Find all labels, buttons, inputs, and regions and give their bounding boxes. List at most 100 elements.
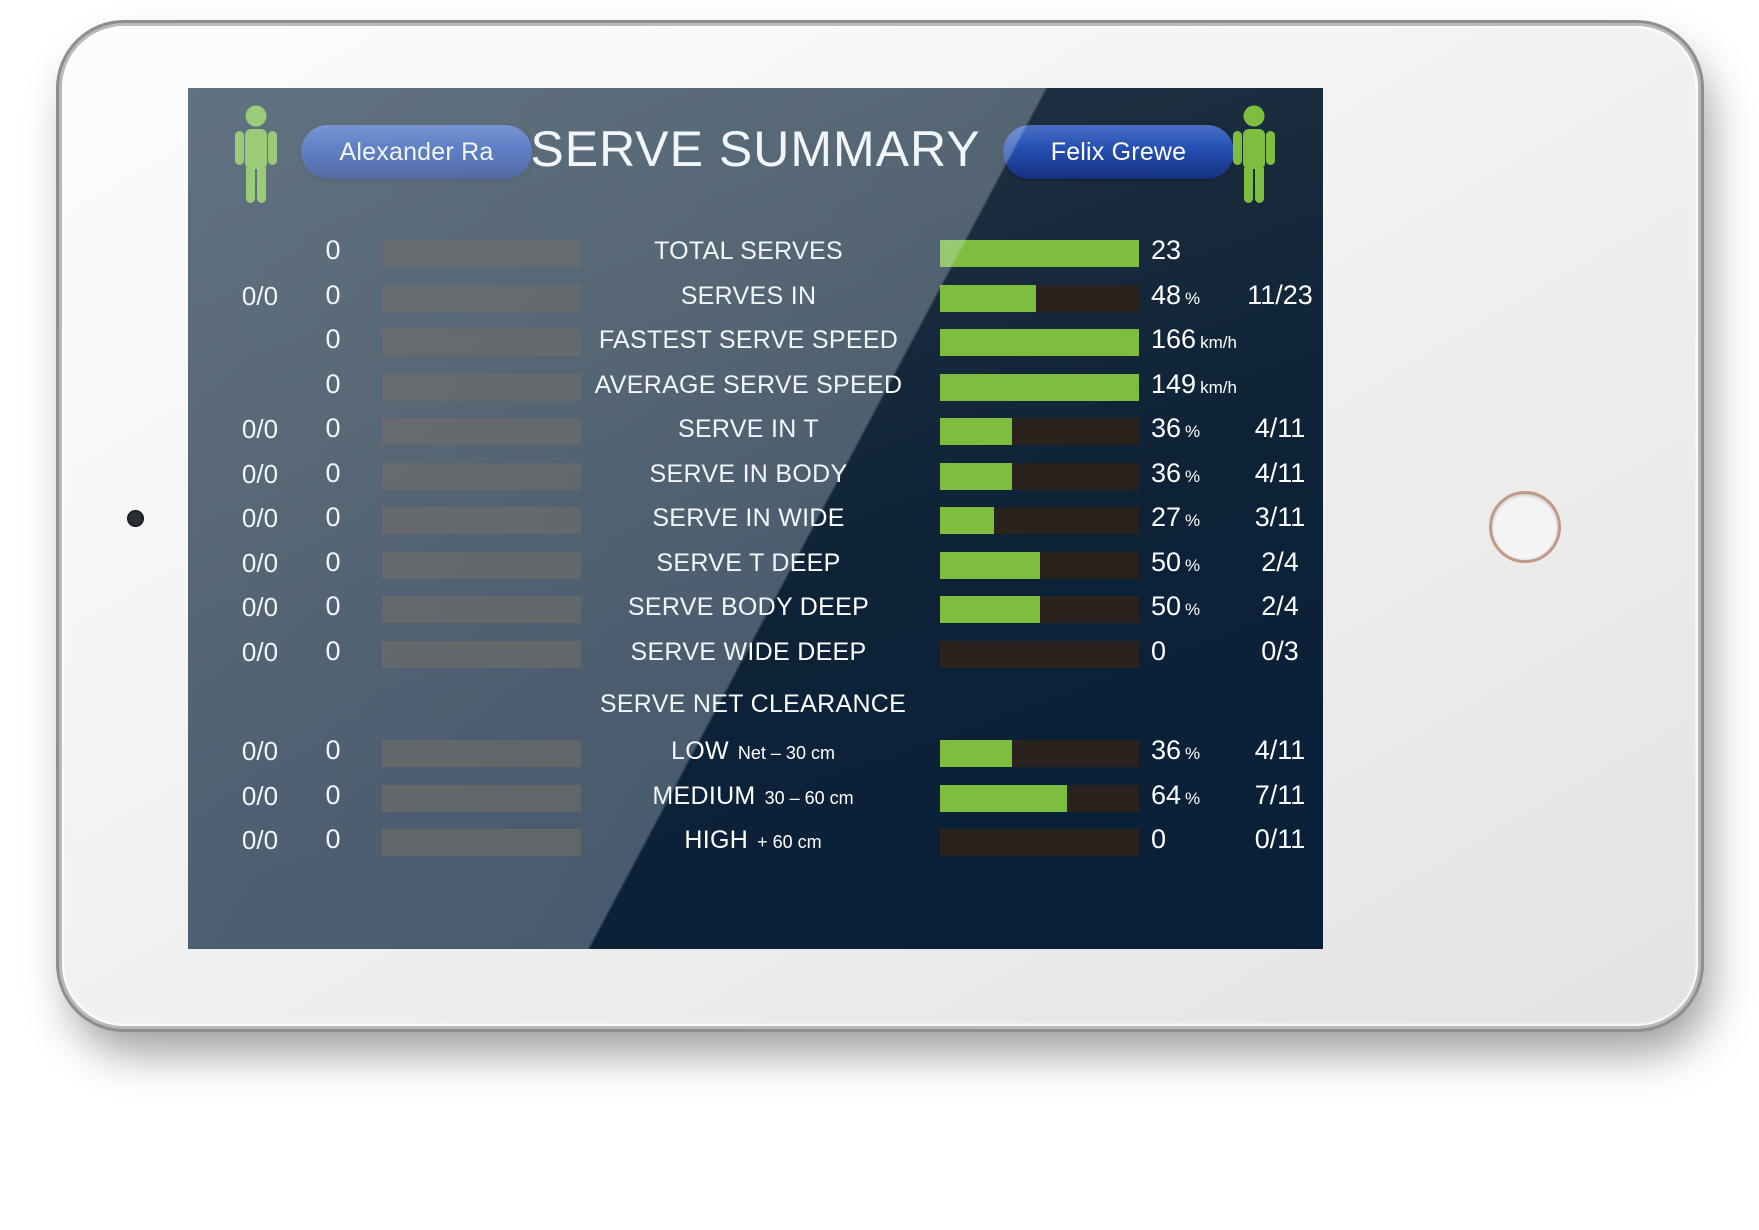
left-bar — [382, 784, 581, 812]
stat-label: SERVE IN BODY — [588, 460, 918, 489]
stat-label: SERVE T DEEP — [588, 549, 918, 578]
stat-label-text: MEDIUM — [652, 781, 756, 810]
right-bar — [940, 240, 1139, 267]
stat-label-text: AVERAGE SERVE SPEED — [594, 370, 903, 399]
right-value: 50% — [1151, 591, 1200, 622]
stat-row[interactable]: 0 FASTEST SERVE SPEED 166 km/h — [188, 322, 1323, 367]
right-value-number: 166 — [1151, 324, 1197, 354]
stat-label-text: SERVE BODY DEEP — [627, 593, 870, 621]
right-bar-fill — [940, 507, 994, 534]
left-value: 0 — [325, 735, 341, 765]
right-value: 149 km/h — [1151, 369, 1237, 400]
right-value-number: 36 — [1151, 457, 1182, 488]
app-screen: Alexander Ra SERVE SUMMARY Felix Grewe 0… — [188, 88, 1323, 949]
right-bar — [940, 551, 1139, 579]
person-icon-right — [1233, 105, 1275, 203]
stat-label-text: TOTAL SERVES — [654, 237, 843, 265]
right-bar — [940, 462, 1139, 490]
left-value: 0 — [325, 824, 341, 854]
left-bar — [382, 740, 581, 767]
right-value: 23 — [1151, 235, 1185, 266]
stat-label-sub: 30 – 60 cm — [764, 787, 854, 808]
left-value: 0 — [325, 413, 341, 443]
right-bar — [940, 829, 1139, 856]
left-value: 0 — [325, 502, 341, 532]
right-bar — [940, 640, 1139, 668]
left-bar — [382, 418, 581, 445]
home-button[interactable] — [1489, 491, 1561, 563]
right-bar — [940, 418, 1139, 445]
left-bar — [382, 640, 581, 668]
stat-row[interactable]: 0/0 0 SERVE IN BODY 36% 4/11 — [188, 456, 1323, 501]
stat-row[interactable]: 0 TOTAL SERVES 23 — [188, 233, 1323, 278]
right-value: 36% — [1151, 735, 1200, 766]
right-value: 36% — [1151, 458, 1200, 489]
stat-row[interactable]: 0/0 0 SERVE IN T 36% 4/11 — [188, 411, 1323, 456]
stat-label-text: SERVE WIDE DEEP — [630, 637, 867, 666]
stat-row[interactable]: 0/0 0 SERVES IN 48% 11/23 — [188, 278, 1323, 323]
left-value: 0 — [325, 457, 341, 488]
right-value: 48% — [1151, 280, 1200, 311]
stat-row[interactable]: 0/0 0 SERVE BODY DEEP 50% 2/4 — [188, 589, 1323, 634]
left-fraction: 0/0 — [241, 825, 279, 855]
right-value-number: 0 — [1151, 824, 1167, 854]
stat-label-text: SERVE IN WIDE — [652, 504, 845, 532]
right-value-unit: km/h — [1200, 333, 1237, 352]
player-name-right[interactable]: Felix Grewe — [1003, 125, 1234, 179]
left-value: 0 — [325, 279, 341, 310]
section-header: SERVE NET CLEARANCE — [188, 678, 1323, 733]
left-bar — [382, 551, 581, 579]
right-fraction: 7/11 — [1254, 779, 1306, 810]
stat-label-text: SERVE IN T — [677, 415, 819, 443]
left-fraction: 0/0 — [241, 280, 279, 311]
stat-label: SERVE WIDE DEEP — [588, 638, 918, 667]
right-fraction: 2/4 — [1261, 546, 1299, 577]
stat-label: FASTEST SERVE SPEED — [588, 326, 918, 355]
right-value-number: 149 — [1151, 368, 1197, 399]
stat-label: LOW Net – 30 cm — [588, 737, 918, 766]
right-value-unit: % — [1185, 422, 1201, 441]
stat-label: SERVE IN T — [588, 415, 918, 444]
left-fraction: 0/0 — [241, 503, 279, 533]
left-value: 0 — [325, 779, 341, 810]
stat-label-text: LOW — [671, 737, 729, 765]
left-fraction: 0/0 — [241, 736, 279, 766]
left-fraction: 0/0 — [241, 414, 279, 444]
right-bar-fill — [940, 284, 1036, 312]
right-bar-fill — [940, 462, 1012, 490]
right-bar — [940, 329, 1139, 356]
header: Alexander Ra SERVE SUMMARY Felix Grewe — [188, 88, 1323, 218]
stat-row[interactable]: 0/0 0 SERVE WIDE DEEP 0 0/3 — [188, 634, 1323, 679]
stat-label-text: SERVES IN — [680, 281, 817, 310]
right-value-number: 36 — [1151, 413, 1182, 443]
right-bar-fill — [940, 418, 1012, 445]
right-bar-fill — [940, 596, 1040, 623]
stat-label: SERVE BODY DEEP — [588, 593, 918, 622]
stat-row[interactable]: 0/0 0 LOW Net – 30 cm 36% 4/11 — [188, 733, 1323, 778]
left-bar — [382, 284, 581, 312]
section-title: SERVE NET CLEARANCE — [599, 690, 907, 718]
right-bar-fill — [940, 373, 1139, 401]
left-value: 0 — [325, 635, 341, 666]
left-value: 0 — [325, 324, 341, 354]
stat-row[interactable]: 0/0 0 SERVE T DEEP 50% 2/4 — [188, 545, 1323, 590]
stat-label: SERVE IN WIDE — [588, 504, 918, 533]
stat-row[interactable]: 0 AVERAGE SERVE SPEED 149 km/h — [188, 367, 1323, 412]
right-fraction: 0/3 — [1261, 635, 1299, 666]
stat-row[interactable]: 0/0 0 SERVE IN WIDE 27% 3/11 — [188, 500, 1323, 545]
stat-label: SERVES IN — [588, 282, 918, 311]
stat-label-text: HIGH — [684, 826, 749, 854]
right-value-unit: % — [1185, 555, 1201, 575]
right-bar — [940, 284, 1139, 312]
right-bar-fill — [940, 784, 1068, 812]
right-bar-fill — [940, 551, 1040, 579]
right-fraction: 4/11 — [1254, 413, 1306, 443]
stat-row[interactable]: 0/0 0 HIGH + 60 cm 0 0/11 — [188, 822, 1323, 867]
right-value-number: 50 — [1151, 546, 1182, 577]
right-value: 166 km/h — [1151, 324, 1237, 355]
left-fraction: 0/0 — [241, 458, 279, 489]
left-fraction: 0/0 — [241, 547, 279, 578]
left-value: 0 — [325, 591, 341, 621]
stat-row[interactable]: 0/0 0 MEDIUM 30 – 60 cm 64% 7/11 — [188, 778, 1323, 823]
right-value: 27% — [1151, 502, 1200, 533]
